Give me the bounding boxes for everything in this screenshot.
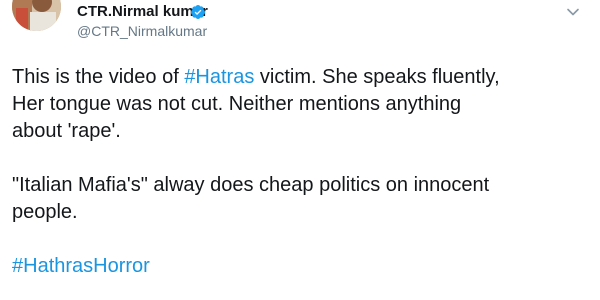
- tweet-text-segment: about 'rape'.: [12, 120, 121, 142]
- tweet-text-segment: This is the video of: [12, 66, 185, 88]
- tweet-paragraph-3: #HathrasHorror: [12, 253, 592, 280]
- avatar[interactable]: [12, 0, 61, 31]
- verified-badge-icon: [190, 5, 205, 19]
- user-handle[interactable]: @CTR_Nirmalkumar: [77, 23, 207, 40]
- hashtag-hathrashorror-link[interactable]: #HathrasHorror: [12, 255, 150, 277]
- hashtag-hatras-link[interactable]: #Hatras: [184, 66, 254, 88]
- tweet-text-segment: people.: [12, 201, 78, 223]
- chevron-down-icon[interactable]: [561, 0, 585, 24]
- tweet-paragraph-2: "Italian Mafia's" alway does cheap polit…: [12, 172, 592, 226]
- tweet-text-segment: "Italian Mafia's" alway does cheap polit…: [12, 174, 490, 196]
- user-display-name[interactable]: CTR.Nirmal kumar: [77, 3, 208, 21]
- tweet-text: This is the video of #Hatras victim. She…: [12, 64, 592, 280]
- tweet-card: CTR.Nirmal kumar @CTR_Nirmalkumar This i…: [0, 0, 600, 300]
- tweet-text-segment: Her tongue was not cut. Neither mentions…: [12, 93, 462, 115]
- tweet-text-segment: victim. She speaks fluently,: [254, 66, 500, 88]
- tweet-paragraph-1: This is the video of #Hatras victim. She…: [12, 64, 592, 145]
